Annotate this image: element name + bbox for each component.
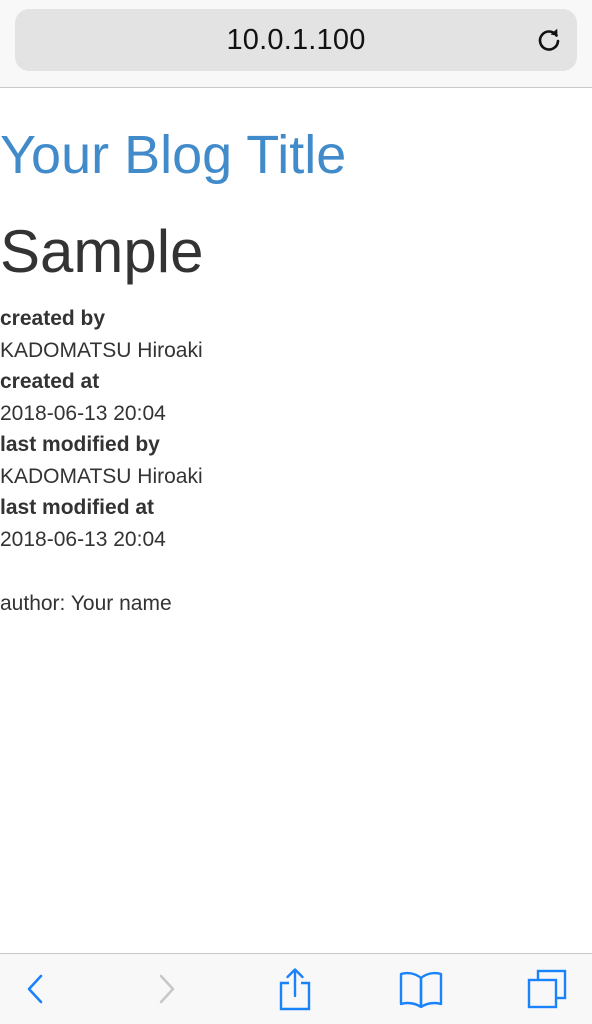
meta-value-created-at: 2018-06-13 20:04 (0, 401, 166, 425)
address-bar: 10.0.1.100 (0, 0, 592, 88)
back-icon (27, 974, 43, 1004)
meta-label-created-at: created at (0, 370, 100, 393)
share-icon (279, 968, 311, 1011)
tabs-button[interactable] (512, 954, 582, 1024)
post-body: author: Your name (0, 592, 172, 615)
meta-value-created-by: KADOMATSU Hiroaki (0, 338, 203, 362)
meta-label-last-modified-by: last modified by (0, 433, 160, 456)
browser-window: 10.0.1.100 Your Blog Title Sample create… (0, 0, 592, 1024)
tabs-icon (527, 969, 567, 1009)
back-button[interactable] (0, 954, 70, 1024)
page-content: Your Blog Title Sample created by KADOMA… (0, 89, 592, 953)
post-title: Sample (0, 218, 204, 285)
meta-label-created-by: created by (0, 307, 106, 330)
forward-button[interactable] (132, 954, 202, 1024)
bottom-toolbar (0, 953, 592, 1024)
blog-title-link[interactable]: Your Blog Title (0, 123, 346, 187)
bookmarks-button[interactable] (386, 954, 456, 1024)
url-field[interactable]: 10.0.1.100 (15, 9, 577, 71)
meta-value-last-modified-by: KADOMATSU Hiroaki (0, 464, 203, 488)
meta-label-last-modified-at: last modified at (0, 496, 155, 519)
reload-icon[interactable] (535, 26, 563, 54)
forward-icon (159, 974, 175, 1004)
bookmarks-icon (399, 971, 443, 1008)
share-button[interactable] (260, 954, 330, 1024)
meta-value-last-modified-at: 2018-06-13 20:04 (0, 527, 166, 551)
url-text[interactable]: 10.0.1.100 (15, 9, 577, 71)
post-metadata: created by KADOMATSU Hiroaki created at … (0, 303, 203, 555)
